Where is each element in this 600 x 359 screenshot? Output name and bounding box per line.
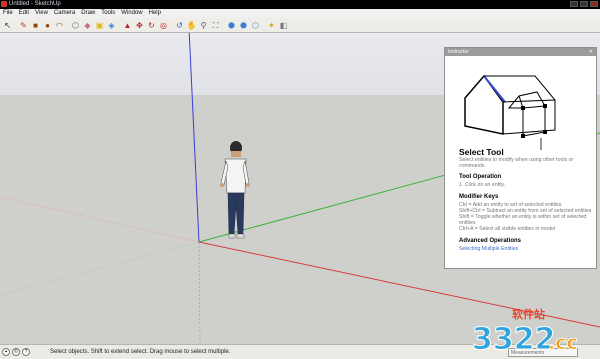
help-icon[interactable]: ? <box>22 348 30 356</box>
watermark-cn-text: 软件站 <box>512 307 545 321</box>
menu-help[interactable]: Help <box>146 9 164 18</box>
select-arrow-icon[interactable]: ↖ <box>2 20 13 31</box>
move-icon[interactable]: ✥ <box>134 20 145 31</box>
share-model-icon[interactable]: ⬣ <box>238 20 249 31</box>
menu-draw[interactable]: Draw <box>78 9 98 18</box>
advanced-operations-heading: Advanced Operations <box>459 237 522 244</box>
toolbar-separator <box>118 20 121 31</box>
menu-camera[interactable]: Camera <box>51 9 78 18</box>
pan-icon[interactable]: ✋ <box>186 20 197 31</box>
zoom-extents-icon[interactable]: ⛶ <box>210 20 221 31</box>
status-message: Select objects. Shift to extend select. … <box>50 349 231 355</box>
extension-warehouse-icon[interactable]: ✦ <box>266 20 277 31</box>
rectangle-icon[interactable]: ■ <box>30 20 41 31</box>
close-button[interactable] <box>590 1 598 7</box>
menu-file[interactable]: File <box>0 9 16 18</box>
modifier-keys-heading: Modifier Keys <box>459 193 499 200</box>
circle-icon[interactable]: ● <box>42 20 53 31</box>
menu-edit[interactable]: Edit <box>16 9 32 18</box>
watermark-suffix: .cc <box>548 332 578 354</box>
menu-bar: File Edit View Camera Draw Tools Window … <box>0 9 600 18</box>
tape-measure-icon[interactable]: ▣ <box>94 20 105 31</box>
offset-icon[interactable]: ◎ <box>158 20 169 31</box>
instructor-panel-title: Instructor <box>448 49 469 55</box>
main-toolbar: ↖ ✎ ■ ● ◠ ⬡ ◆ ▣ ◈ ▲ ✥ ↻ ◎ ↺ ✋ ⚲ ⛶ ⬢ ⬣ ⬡ ✦ ◧ <box>0 18 600 33</box>
minimize-button[interactable] <box>570 1 578 7</box>
select-tool-illustration <box>464 74 557 150</box>
red-axis-neg <box>0 196 200 243</box>
geolocation-icon[interactable]: ⌖ <box>2 348 10 356</box>
toolbar-separator <box>66 20 69 31</box>
instructor-panel-header: Instructor ✕ <box>445 48 596 56</box>
instructor-panel: Instructor ✕ Select Tool Select entities… <box>444 47 597 269</box>
line-pencil-icon[interactable]: ✎ <box>18 20 29 31</box>
blue-axis-down <box>198 241 201 344</box>
panel-close-icon[interactable]: ✕ <box>589 48 593 56</box>
credits-icon[interactable]: © <box>12 348 20 356</box>
green-axis-neg <box>0 241 200 296</box>
toolbar-separator <box>262 20 265 31</box>
modifier-key-item: Shift = Toggle whether an entity is with… <box>459 214 587 227</box>
push-pull-icon[interactable]: ▲ <box>122 20 133 31</box>
get-models-icon[interactable]: ⬢ <box>226 20 237 31</box>
make-component-icon[interactable]: ⬡ <box>70 20 81 31</box>
arc-icon[interactable]: ◠ <box>54 20 65 31</box>
status-icons: ⌖ © ? <box>2 348 30 356</box>
title-bar: Untitled - SketchUp <box>0 0 600 9</box>
instructor-body: Select Tool Select entities to modify wh… <box>459 147 595 252</box>
tool-operation-step: 1. Click on an entity. <box>459 182 506 189</box>
orbit-icon[interactable]: ↺ <box>174 20 185 31</box>
zoom-icon[interactable]: ⚲ <box>198 20 209 31</box>
window-controls <box>570 1 598 7</box>
tool-name-heading: Select Tool <box>459 147 504 157</box>
rotate-icon[interactable]: ↻ <box>146 20 157 31</box>
toolbar-separator <box>222 20 225 31</box>
layout-icon[interactable]: ◧ <box>278 20 289 31</box>
maximize-button[interactable] <box>580 1 588 7</box>
blue-axis-up <box>188 33 200 243</box>
advanced-operations-link[interactable]: Selecting Multiple Entities <box>459 246 595 252</box>
sketchup-app-icon <box>1 1 7 7</box>
toolbar-separator <box>14 20 17 31</box>
modifier-key-item: Ctrl+A = Select all visible entities in … <box>459 226 556 233</box>
site-watermark-logo: 软件站 3322 .cc <box>472 307 579 357</box>
menu-view[interactable]: View <box>32 9 51 18</box>
eraser-icon[interactable]: ◆ <box>82 20 93 31</box>
toolbar-separator <box>170 20 173 31</box>
paint-bucket-icon[interactable]: ◈ <box>106 20 117 31</box>
tool-operation-heading: Tool Operation <box>459 174 502 181</box>
share-component-icon[interactable]: ⬡ <box>250 20 261 31</box>
menu-tools[interactable]: Tools <box>98 9 118 18</box>
window-title: Untitled - SketchUp <box>9 1 61 7</box>
person-figure[interactable] <box>220 141 250 239</box>
tool-description: Select entities to modify when using oth… <box>459 157 574 170</box>
menu-window[interactable]: Window <box>118 9 145 18</box>
watermark-number: 3322 <box>472 322 556 357</box>
